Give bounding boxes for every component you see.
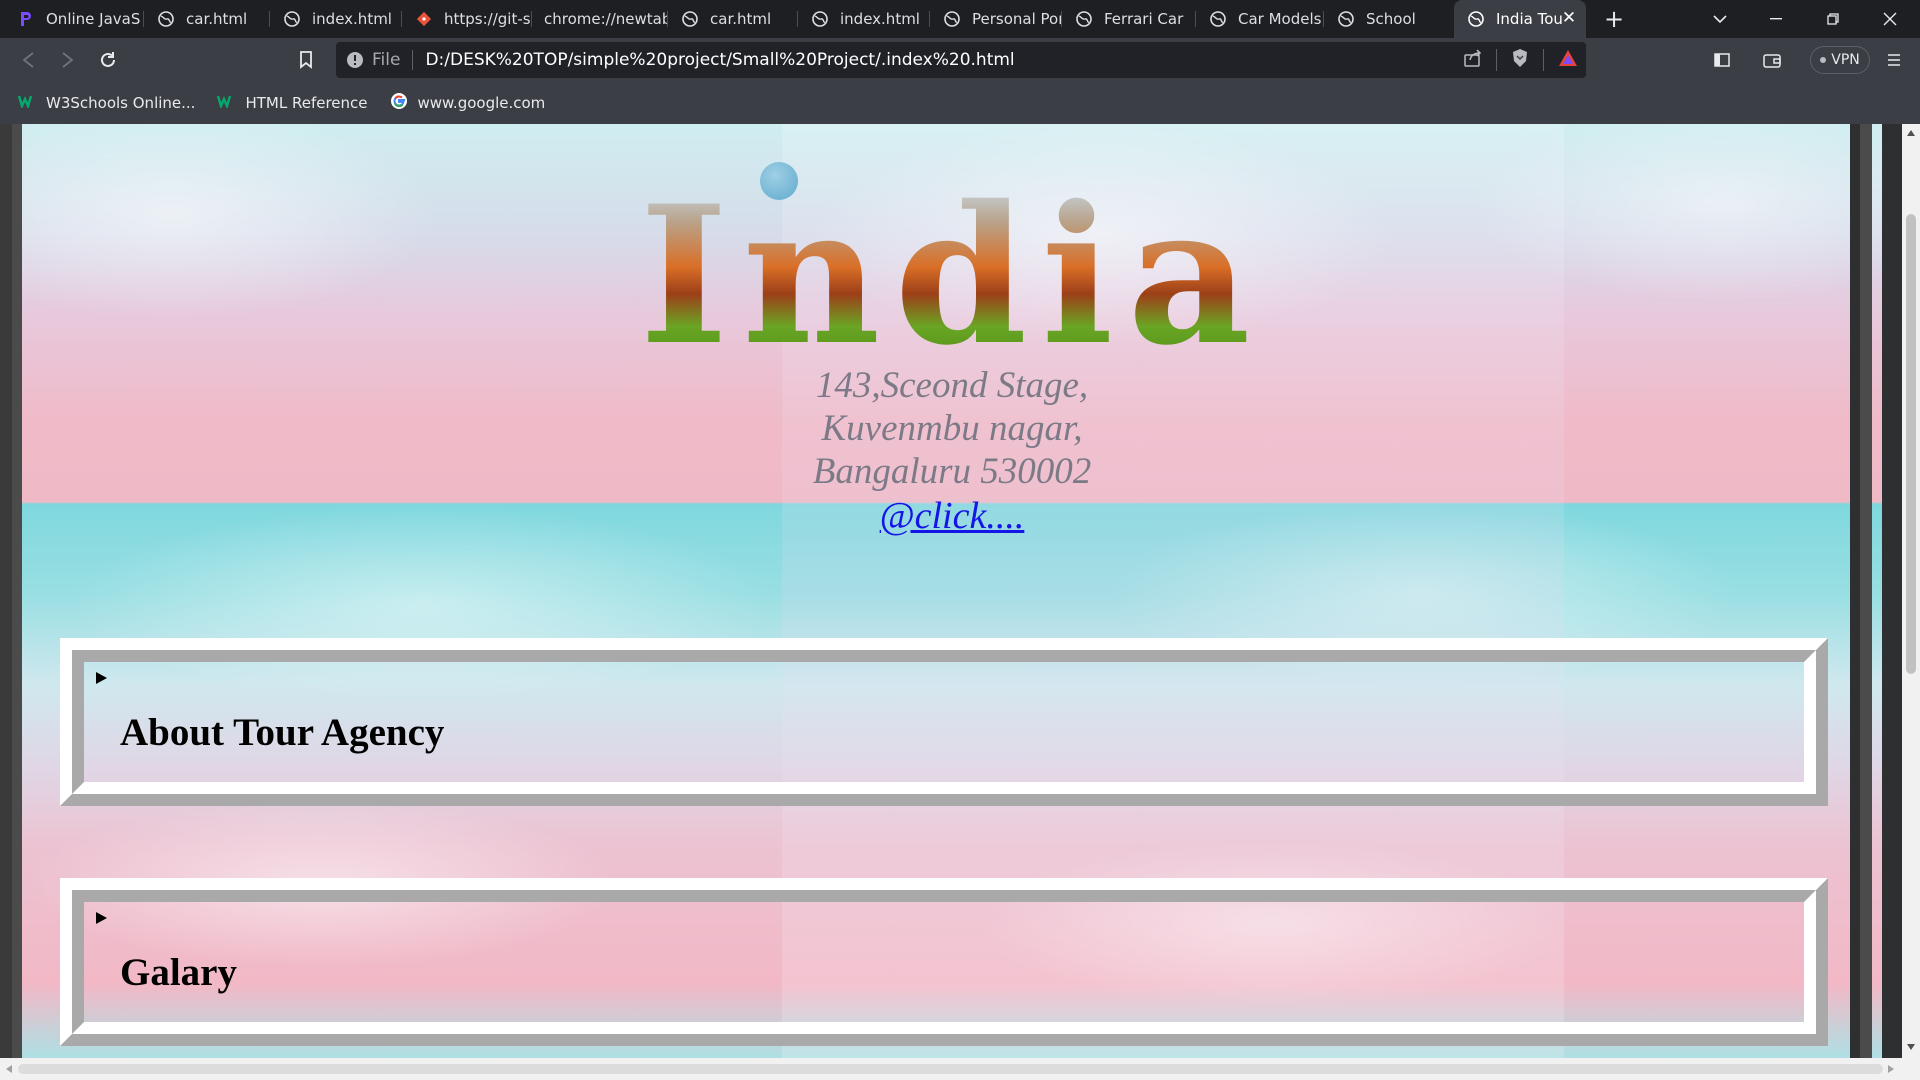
bookmark-label: www.google.com (417, 94, 546, 112)
address-line-2: Kuvenmbu nagar, (821, 408, 1083, 449)
globe-icon (944, 11, 960, 27)
forward-icon[interactable] (50, 38, 86, 82)
page-viewport: India Tour 143,Sceond Stage, Kuvenmbu na… (0, 124, 1902, 1058)
tab-online-javascript[interactable]: Online JavaS (4, 0, 144, 38)
bookmark-icon[interactable] (288, 38, 324, 82)
bookmark-label: W3Schools Online... (46, 94, 196, 112)
url-text[interactable]: D:/DESK%20TOP/simple%20project/Small%20P… (425, 50, 1014, 70)
tab-car-html-2[interactable]: car.html (668, 0, 798, 38)
minimize-icon[interactable] (1756, 0, 1796, 38)
tab-title: car.html (186, 10, 248, 28)
bookmarks-bar: W3Schools Online... HTML Reference www.g… (0, 82, 1920, 124)
close-window-icon[interactable] (1870, 0, 1910, 38)
page-body: India Tour 143,Sceond Stage, Kuvenmbu na… (12, 124, 1892, 1058)
vpn-label: VPN (1831, 52, 1860, 68)
wallet-icon[interactable] (1754, 38, 1790, 82)
tab-title: School (1366, 10, 1416, 28)
bookmark-w3schools[interactable]: W3Schools Online... (17, 94, 196, 112)
tab-title: https://git-sc (444, 10, 532, 28)
scroll-left-arrow-icon[interactable] (6, 1065, 12, 1073)
w3schools-icon (217, 94, 235, 112)
bookmark-label: HTML Reference (245, 94, 368, 112)
tab-car-html[interactable]: car.html (144, 0, 270, 38)
globe-icon (1338, 11, 1354, 27)
section-heading: About Tour Agency (120, 711, 445, 754)
tab-new-tab-page[interactable]: chrome://newtab (532, 0, 668, 38)
site-info-icon[interactable] (346, 51, 364, 69)
back-icon[interactable] (10, 38, 46, 82)
new-tab-button[interactable]: + (1594, 0, 1634, 38)
disclosure-triangle-icon[interactable] (96, 912, 107, 924)
tab-title: Ferrari Car (1104, 10, 1184, 28)
tab-title: Car Models (1238, 10, 1322, 28)
globe-icon (1468, 11, 1484, 27)
vertical-scroll-thumb[interactable] (1906, 214, 1916, 674)
tab-personal-portfolio[interactable]: Personal Port (930, 0, 1062, 38)
restore-icon[interactable] (1813, 0, 1853, 38)
git-icon (416, 11, 432, 27)
page-title: India Tour (352, 181, 1552, 551)
tab-index-html-2[interactable]: index.html (798, 0, 930, 38)
brave-shields-icon[interactable] (1511, 48, 1529, 72)
tab-title: index.html (840, 10, 920, 28)
p-logo-icon (18, 11, 34, 27)
w3schools-icon (17, 94, 36, 112)
close-tab-icon[interactable]: ✕ (1560, 9, 1578, 27)
tab-car-models[interactable]: Car Models (1196, 0, 1324, 38)
reload-icon[interactable] (90, 38, 126, 82)
tab-title: car.html (710, 10, 772, 28)
brave-rewards-icon[interactable] (1558, 49, 1578, 71)
vertical-scrollbar[interactable] (1902, 124, 1920, 1058)
section-heading: Galary (120, 951, 237, 994)
horizontal-scroll-thumb[interactable] (18, 1064, 1883, 1074)
address-line-3: Bangaluru 530002 (812, 451, 1092, 492)
tab-title: Personal Port (972, 10, 1062, 28)
click-link[interactable]: @click.... (512, 494, 1392, 538)
browser-toolbar: File D:/DESK%20TOP/simple%20project/Smal… (0, 38, 1920, 82)
tab-strip: Online JavaS car.html index.html https:/… (0, 0, 1920, 38)
details-galary[interactable]: Galary (60, 878, 1828, 1046)
horizontal-scrollbar[interactable] (0, 1058, 1920, 1080)
bookmark-html-reference[interactable]: HTML Reference (217, 94, 368, 112)
bookmark-google[interactable]: www.google.com (390, 92, 546, 114)
tab-search-chevron-icon[interactable] (1700, 0, 1740, 38)
globe-icon (1076, 11, 1092, 27)
globe-icon (1210, 11, 1226, 27)
url-scheme: File (372, 50, 401, 70)
globe-icon (284, 11, 300, 27)
tab-git[interactable]: https://git-sc (402, 0, 532, 38)
google-icon (390, 92, 408, 114)
tab-title: chrome://newtab (544, 10, 668, 28)
sidebar-icon[interactable] (1704, 38, 1740, 82)
address-line-1: 143,Sceond Stage, (815, 365, 1089, 406)
scroll-right-arrow-icon[interactable] (1888, 1065, 1894, 1073)
tab-title: Online JavaS (46, 10, 141, 28)
globe-icon (158, 11, 174, 27)
vpn-button[interactable]: VPN (1810, 46, 1870, 74)
details-about-tour-agency[interactable]: About Tour Agency (60, 638, 1828, 806)
share-icon[interactable] (1464, 49, 1482, 71)
tab-title: India Tou (1496, 10, 1563, 28)
tab-india-tour[interactable]: India Tou ✕ (1454, 0, 1586, 38)
tab-title: index.html (312, 10, 392, 28)
disclosure-triangle-icon[interactable] (96, 672, 107, 684)
globe-icon (682, 11, 698, 27)
tab-ferrari-car[interactable]: Ferrari Car (1062, 0, 1196, 38)
address-bar[interactable]: File D:/DESK%20TOP/simple%20project/Smal… (336, 42, 1586, 78)
tab-index-html[interactable]: index.html (270, 0, 402, 38)
menu-icon[interactable] (1876, 38, 1912, 82)
scroll-up-arrow-icon[interactable] (1907, 130, 1915, 136)
globe-icon (812, 11, 828, 27)
tab-school[interactable]: School (1324, 0, 1454, 38)
scroll-down-arrow-icon[interactable] (1907, 1044, 1915, 1050)
